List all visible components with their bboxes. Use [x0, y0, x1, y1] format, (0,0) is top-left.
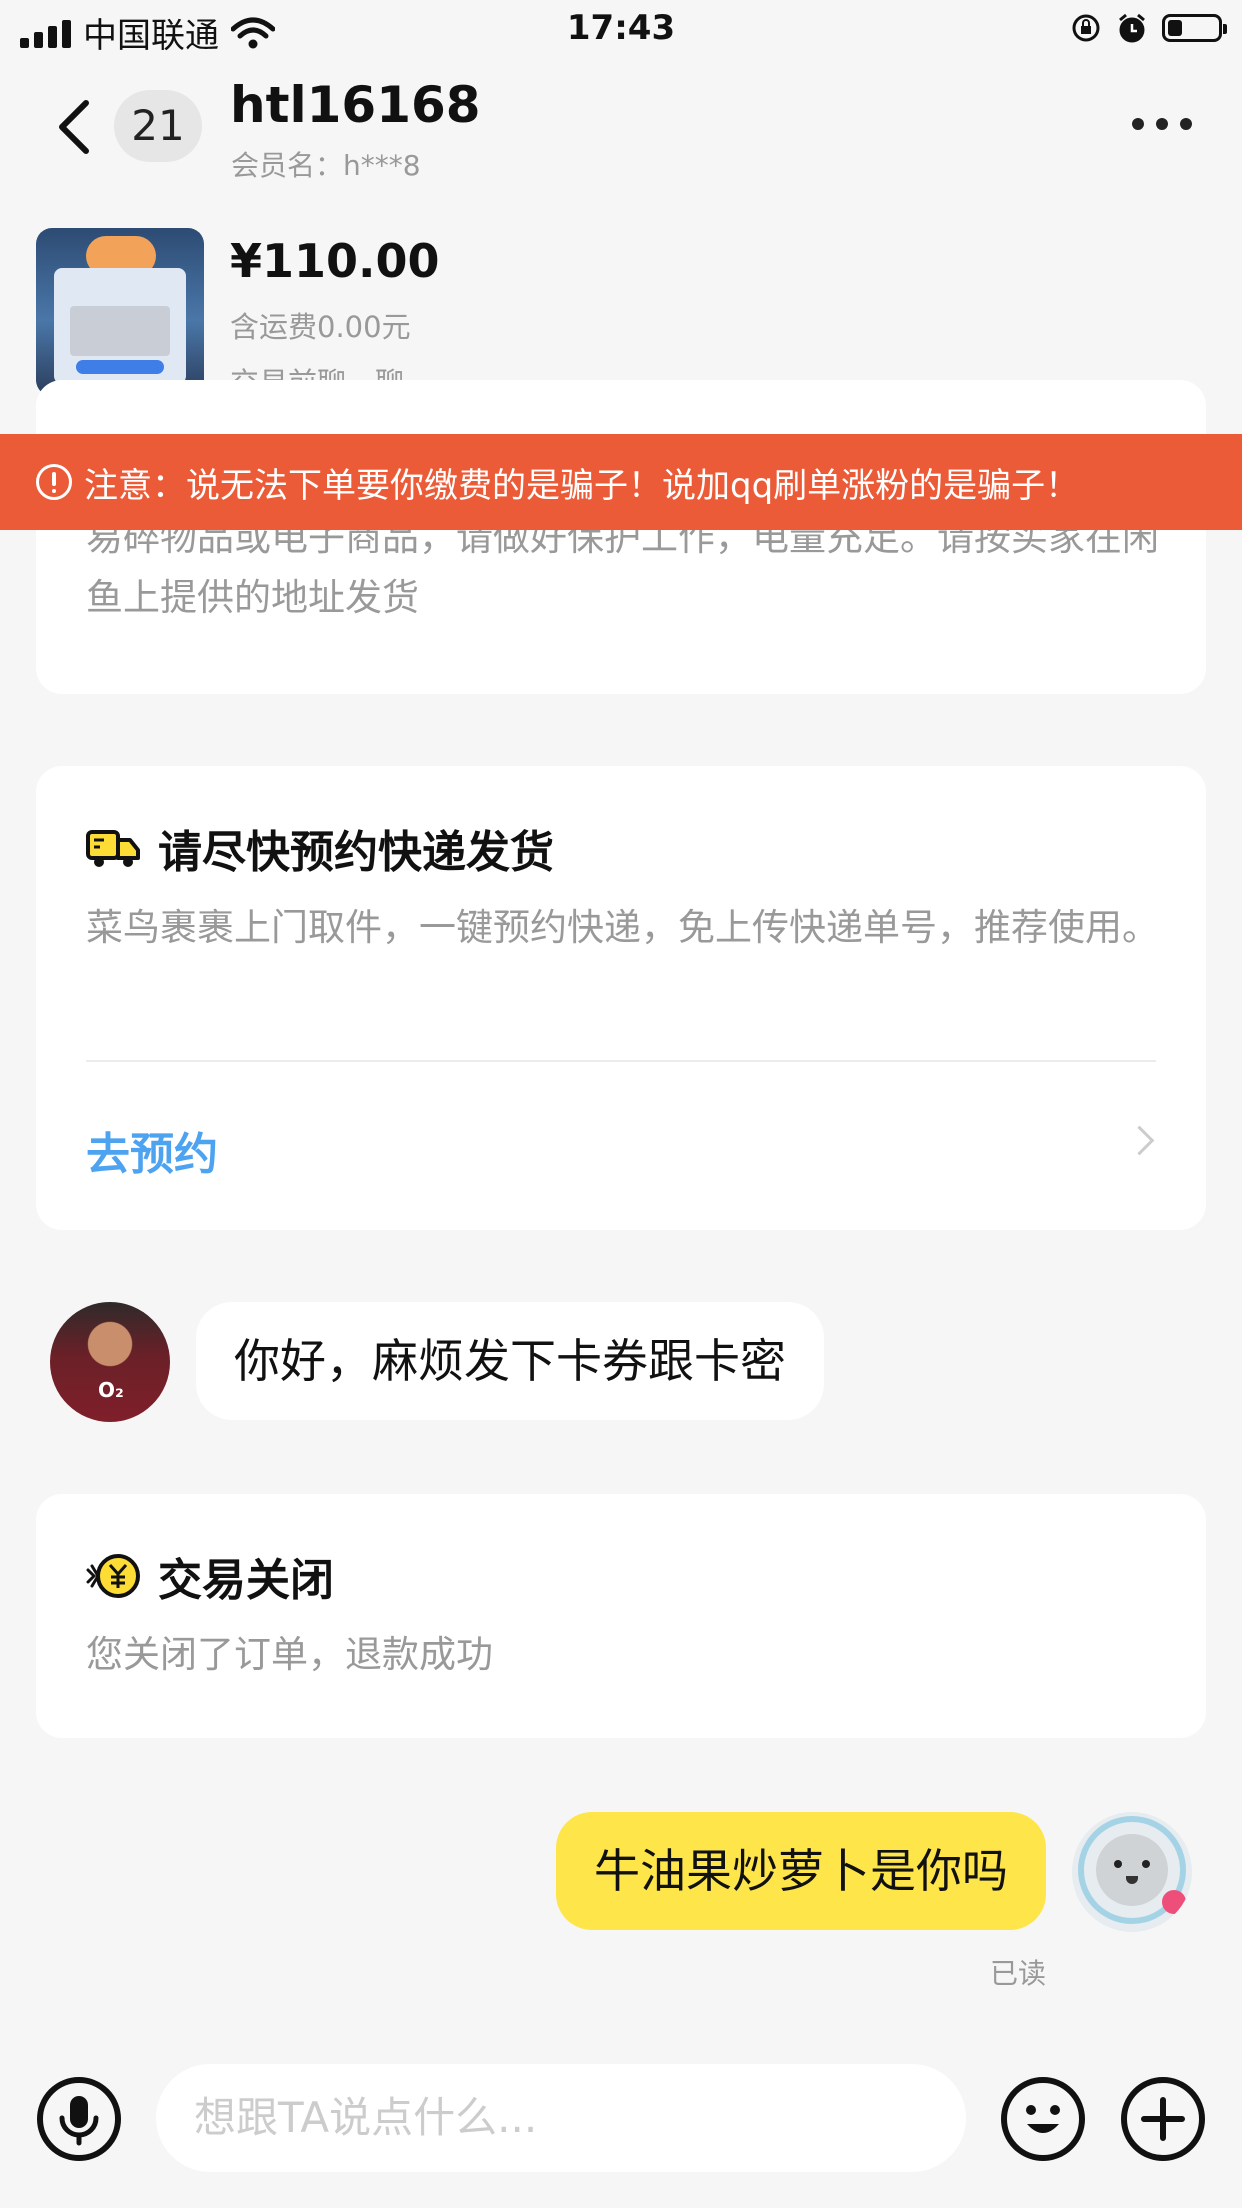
- scam-warning-banner: 注意：说无法下单要你缴费的是骗子！说加qq刷单涨粉的是骗子！: [0, 434, 1242, 530]
- divider: [86, 1060, 1156, 1062]
- incoming-message-bubble[interactable]: 你好，麻烦发下卡券跟卡密: [196, 1302, 824, 1420]
- member-name: 会员名：h***8: [231, 149, 421, 182]
- avatar[interactable]: [1072, 1812, 1192, 1932]
- unread-count-badge: 21: [114, 90, 202, 162]
- closed-card-desc: 您关闭了订单，退款成功: [86, 1633, 493, 1676]
- book-pickup-link[interactable]: 去预约: [86, 1118, 218, 1182]
- shipping-tip-card: 易碎物品或电子商品，请做好保护工作，电量充足。请按买家在闲鱼上提供的地址发货: [36, 380, 1206, 694]
- warning-icon: [36, 464, 72, 500]
- shipping-fee: 含运费0.00元: [230, 310, 411, 344]
- clock: 17:43: [566, 8, 676, 48]
- add-icon[interactable]: [1120, 2076, 1206, 2162]
- more-options-icon[interactable]: [1132, 118, 1192, 130]
- battery-icon: [1162, 14, 1227, 42]
- input-bar: 想跟TA说点什么...: [0, 2040, 1242, 2208]
- delivery-truck-icon: [86, 830, 140, 867]
- express-card-desc: 菜鸟裹裹上门取件，一键预约快递，免上传快递单号，推荐使用。: [86, 906, 1159, 949]
- status-bar: 中国联通 17:43: [0, 0, 1242, 62]
- yuan-coin-icon: [86, 1554, 140, 1598]
- chat-header: 21 htl16168 会员名：h***8: [0, 62, 1242, 192]
- express-card: 请尽快预约快递发货 菜鸟裹裹上门取件，一键预约快递，免上传快递单号，推荐使用。 …: [36, 766, 1206, 1230]
- chat-title: htl16168: [230, 76, 481, 134]
- read-receipt: 已读: [989, 1957, 1046, 1990]
- back-arrow-icon[interactable]: [50, 97, 100, 157]
- transaction-closed-card: 交易关闭 您关闭了订单，退款成功: [36, 1494, 1206, 1738]
- alarm-icon: [1119, 13, 1145, 43]
- product-thumbnail[interactable]: [36, 228, 204, 396]
- emoji-icon[interactable]: [1000, 2076, 1086, 2162]
- chevron-right-icon[interactable]: [1124, 1125, 1155, 1156]
- product-price: ¥110.00: [230, 234, 440, 288]
- avatar[interactable]: O₂: [50, 1302, 170, 1422]
- rotation-lock-icon: [1072, 14, 1100, 42]
- closed-card-title: 交易关闭: [158, 1555, 334, 1606]
- express-card-title: 请尽快预约快递发货: [158, 827, 554, 878]
- outgoing-message-bubble[interactable]: 牛油果炒萝卜是你吗: [556, 1812, 1046, 1930]
- microphone-icon[interactable]: [36, 2076, 122, 2162]
- message-input[interactable]: 想跟TA说点什么...: [156, 2064, 966, 2172]
- warning-text: 注意：说无法下单要你缴费的是骗子！说加qq刷单涨粉的是骗子！: [84, 465, 1080, 506]
